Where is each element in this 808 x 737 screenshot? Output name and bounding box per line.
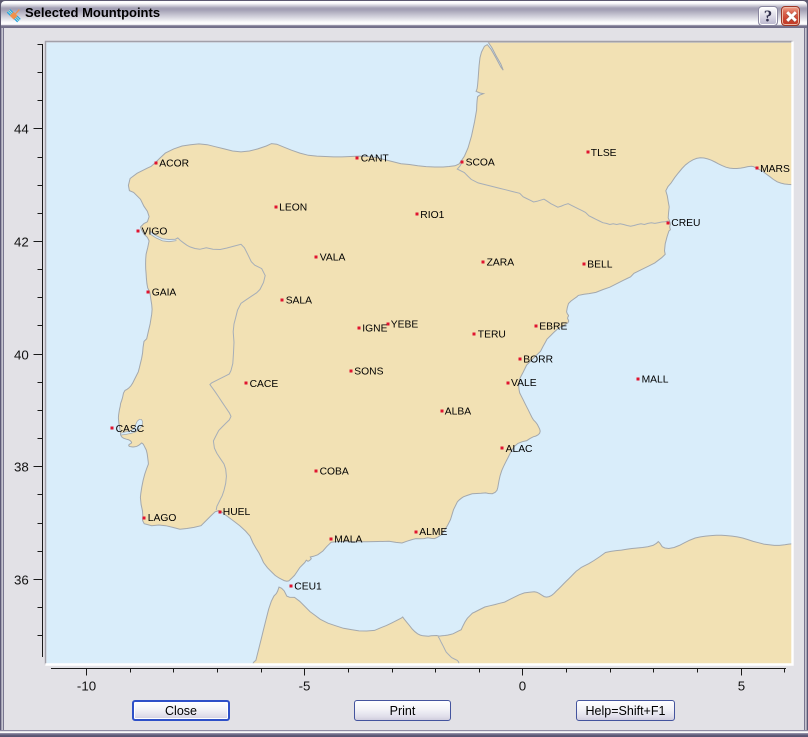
svg-text:TERU: TERU <box>478 329 506 340</box>
svg-text:40: 40 <box>14 347 29 362</box>
svg-text:VIGO: VIGO <box>142 227 168 238</box>
svg-text:YEBE: YEBE <box>391 320 419 331</box>
svg-text:CREU: CREU <box>671 218 700 229</box>
svg-text:BORR: BORR <box>523 354 553 365</box>
svg-text:VALE: VALE <box>511 378 537 389</box>
svg-text:HUEL: HUEL <box>223 507 251 518</box>
svg-text:CEU1: CEU1 <box>294 581 322 592</box>
svg-text:CASC: CASC <box>116 424 145 435</box>
svg-text:5: 5 <box>738 679 745 694</box>
svg-text:SALA: SALA <box>286 295 312 306</box>
svg-text:RIO1: RIO1 <box>420 210 444 221</box>
svg-text:ALME: ALME <box>419 527 447 538</box>
svg-text:?: ? <box>764 7 773 25</box>
svg-text:44: 44 <box>14 121 29 136</box>
svg-text:EBRE: EBRE <box>539 321 567 332</box>
svg-text:ZARA: ZARA <box>487 258 515 269</box>
svg-text:SONS: SONS <box>354 367 383 378</box>
svg-text:VALA: VALA <box>320 253 346 264</box>
svg-text:ALAC: ALAC <box>506 444 533 455</box>
svg-text:-5: -5 <box>299 679 311 694</box>
svg-text:BELL: BELL <box>587 260 612 271</box>
svg-text:CANT: CANT <box>361 154 390 165</box>
svg-text:MARS: MARS <box>760 164 790 175</box>
svg-text:LAGO: LAGO <box>148 513 177 524</box>
svg-text:36: 36 <box>14 572 29 587</box>
svg-text:COBA: COBA <box>320 467 349 478</box>
svg-text:IGNE: IGNE <box>362 324 387 335</box>
svg-text:GAIA: GAIA <box>152 287 177 298</box>
svg-text:MALL: MALL <box>642 375 669 386</box>
svg-text:42: 42 <box>14 234 29 249</box>
svg-text:LEON: LEON <box>279 202 307 213</box>
svg-text:SCOA: SCOA <box>466 157 495 168</box>
svg-text:CACE: CACE <box>250 379 279 390</box>
svg-text:ACOR: ACOR <box>159 159 189 170</box>
svg-text:38: 38 <box>14 459 29 474</box>
svg-text:TLSE: TLSE <box>591 148 617 159</box>
svg-text:ALBA: ALBA <box>445 407 471 418</box>
svg-text:-10: -10 <box>77 679 96 694</box>
svg-text:0: 0 <box>519 679 526 694</box>
svg-text:MALA: MALA <box>334 535 362 546</box>
